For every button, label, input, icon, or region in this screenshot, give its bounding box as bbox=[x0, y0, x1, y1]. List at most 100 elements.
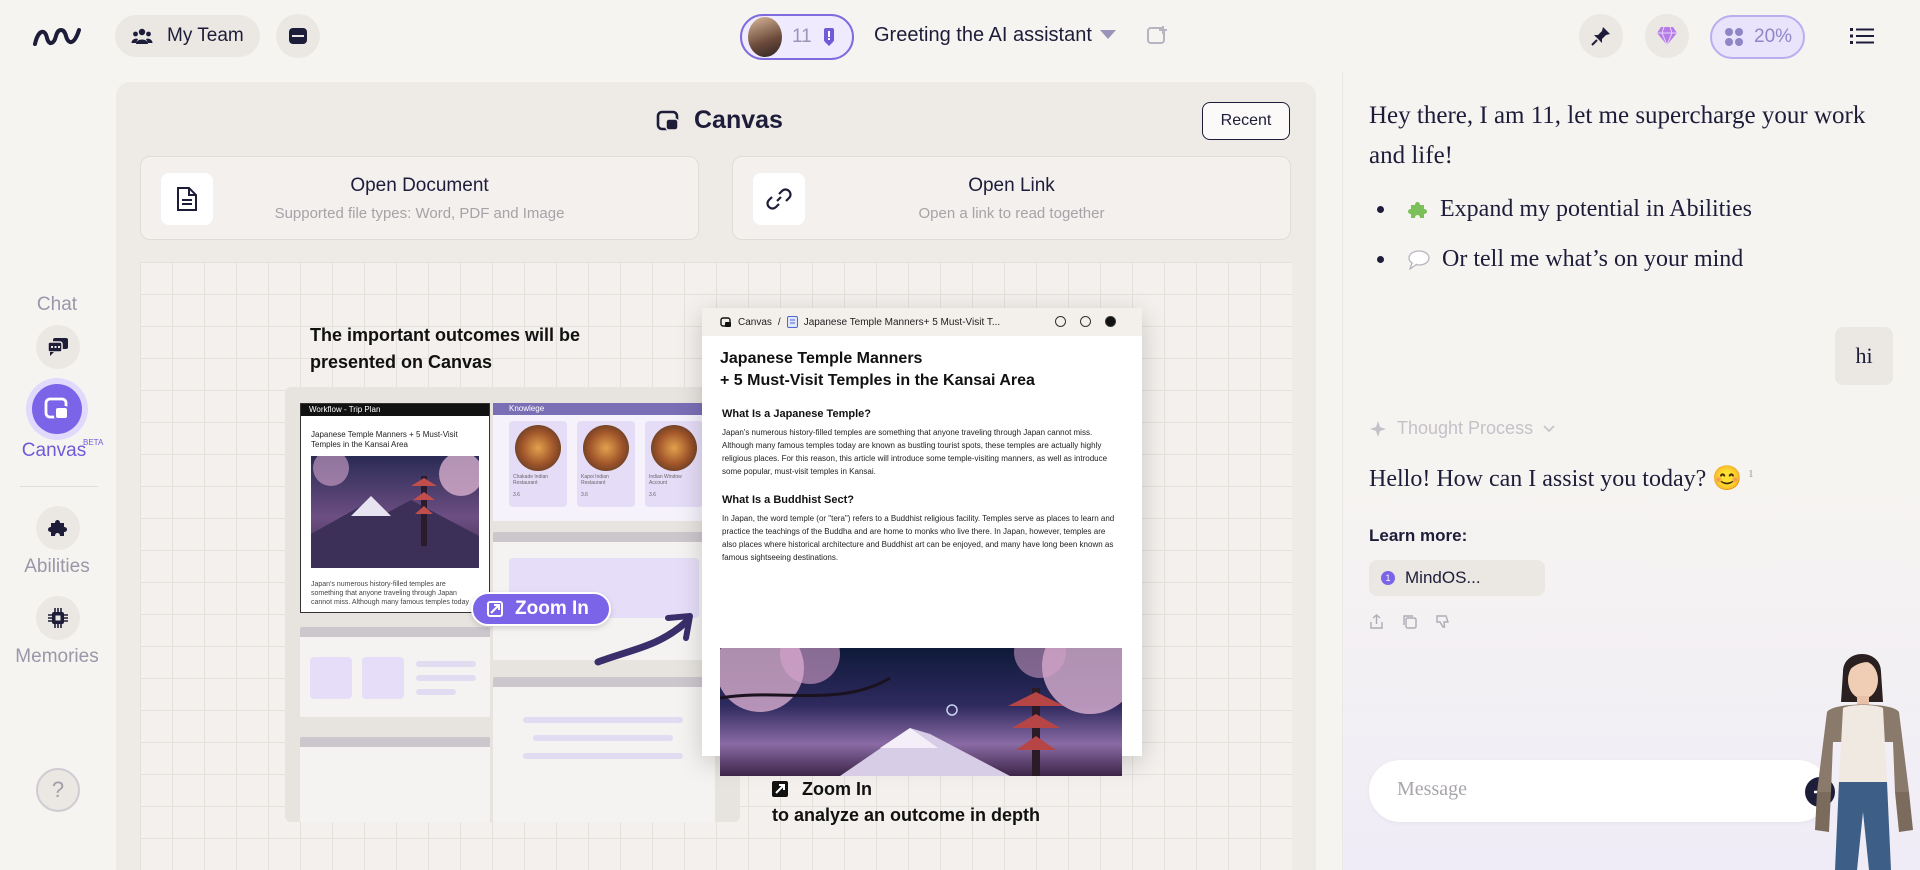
source-chip[interactable]: 1 MindOS... bbox=[1369, 560, 1545, 596]
thought-process-label: Thought Process bbox=[1397, 418, 1534, 438]
document-toolbar bbox=[1055, 316, 1116, 327]
assistant-greeting: Hey there, I am 11, let me supercharge y… bbox=[1369, 102, 1866, 169]
document-breadcrumb: Canvas / Japanese Temple Manners+ 5 Must… bbox=[702, 308, 1142, 336]
placeholder-card bbox=[300, 737, 490, 822]
my-team-button[interactable]: My Team bbox=[115, 15, 260, 57]
food-score: 3.6 bbox=[581, 492, 588, 498]
canvas-icon bbox=[720, 316, 731, 327]
mindos-logo-icon[interactable] bbox=[32, 22, 82, 50]
rail-canvas-button[interactable] bbox=[32, 384, 82, 434]
section-heading: What Is a Japanese Temple? bbox=[722, 408, 871, 420]
puzzle-icon bbox=[48, 520, 67, 536]
food-image bbox=[515, 425, 561, 471]
workflow-card: Workflow - Trip Plan Japanese Temple Man… bbox=[300, 403, 490, 613]
chevron-down-icon[interactable] bbox=[1100, 30, 1116, 39]
rail-abilities-button[interactable] bbox=[36, 506, 80, 550]
food-image bbox=[583, 425, 629, 471]
message-input[interactable]: Message bbox=[1369, 760, 1835, 822]
help-button[interactable]: ? bbox=[36, 768, 80, 812]
list-menu-icon[interactable] bbox=[1850, 26, 1874, 46]
open-document-title: Open Document bbox=[350, 175, 489, 196]
placeholder-line bbox=[416, 689, 456, 695]
zoom-in-icon bbox=[772, 781, 788, 797]
agent-selector[interactable]: 11 bbox=[740, 14, 854, 60]
suggestion-chat[interactable]: Or tell me what’s on your mind bbox=[1377, 246, 1743, 273]
globe-icon bbox=[1080, 316, 1091, 327]
puzzle-icon bbox=[1408, 201, 1427, 218]
rail-chat-label[interactable]: Chat bbox=[0, 294, 114, 316]
sparkle-icon bbox=[1370, 420, 1386, 437]
suggestion-abilities[interactable]: Expand my potential in Abilities bbox=[1377, 196, 1752, 223]
breadcrumb-separator: / bbox=[777, 316, 781, 328]
food-card: Chakade Indian Restaurant 3.6 bbox=[509, 421, 567, 507]
target-icon bbox=[1055, 316, 1066, 327]
section-paragraph: In Japan, the word temple (or "tera") re… bbox=[722, 514, 1115, 562]
zoom-caption-subtitle: to analyze an outcome in depth bbox=[772, 805, 1041, 825]
document-title-line: + 5 Must-Visit Temples in the Kansai Are… bbox=[720, 372, 1035, 389]
food-card: Kapoi Indian Restaurant 3.6 bbox=[577, 421, 635, 507]
food-score: 3.6 bbox=[649, 492, 656, 498]
chip-icon bbox=[48, 608, 68, 628]
rail-memories-label[interactable]: Memories bbox=[0, 646, 114, 668]
canvas-icon bbox=[44, 397, 69, 420]
speech-bubble-icon bbox=[1408, 249, 1430, 270]
zoom-caption: Zoom In to analyze an outcome in depth bbox=[772, 776, 1040, 828]
assistant-reply: Hello! How can I assist you today? 😊 1 bbox=[1369, 464, 1754, 493]
placeholder-line bbox=[533, 735, 673, 741]
bullet-dot bbox=[1377, 256, 1384, 263]
document-preview-card: Canvas / Japanese Temple Manners+ 5 Must… bbox=[702, 308, 1142, 776]
user-message: hi bbox=[1835, 327, 1893, 385]
source-label: MindOS... bbox=[1405, 568, 1481, 587]
food-score: 3.6 bbox=[513, 492, 520, 498]
chat-panel: Hey there, I am 11, let me supercharge y… bbox=[1342, 72, 1920, 870]
share-icon[interactable] bbox=[1369, 614, 1384, 629]
placeholder-block bbox=[310, 657, 352, 699]
usage-percent: 20% bbox=[1754, 26, 1793, 47]
open-link-card[interactable]: Open Link Open a link to read together bbox=[732, 156, 1291, 240]
rail-chat-button[interactable] bbox=[36, 325, 80, 369]
rail-memories-button[interactable] bbox=[36, 596, 80, 640]
thought-process-toggle[interactable]: Thought Process bbox=[1369, 418, 1555, 439]
canvas-panel: Canvas Recent Open Document Supported fi… bbox=[116, 82, 1316, 870]
store-icon bbox=[289, 28, 307, 44]
bullet-dot bbox=[1377, 206, 1384, 213]
usage-indicator[interactable]: 20% bbox=[1710, 15, 1805, 59]
temple-scene-icon bbox=[720, 648, 1122, 776]
chevron-down-icon bbox=[1543, 424, 1555, 432]
section-paragraph: Japan's numerous history-filled temples … bbox=[722, 428, 1108, 476]
chat-bubbles-icon bbox=[47, 338, 68, 356]
food-image bbox=[651, 425, 697, 471]
suggestion-text: Expand my potential in Abilities bbox=[1440, 196, 1752, 222]
workflow-title: Japanese Temple Manners + 5 Must-Visit T… bbox=[311, 430, 458, 449]
food-name: Chakade Indian Restaurant bbox=[513, 474, 549, 486]
agent-avatar bbox=[748, 17, 782, 57]
canvas-onboarding-illustration: The important outcomes will be presented… bbox=[140, 262, 1292, 870]
assistant-avatar-figure[interactable] bbox=[1803, 642, 1920, 870]
document-title-line: Japanese Temple Manners bbox=[720, 350, 923, 367]
source-number: 1 bbox=[1381, 571, 1395, 585]
recent-button[interactable]: Recent bbox=[1202, 102, 1290, 140]
pin-button[interactable] bbox=[1579, 14, 1623, 58]
new-chat-icon[interactable] bbox=[1146, 25, 1170, 47]
open-link-subtitle: Open a link to read together bbox=[918, 205, 1105, 222]
placeholder-card bbox=[300, 627, 490, 717]
open-document-subtitle: Supported file types: Word, PDF and Imag… bbox=[274, 205, 565, 222]
zoom-in-badge: Zoom In bbox=[471, 592, 611, 626]
message-actions bbox=[1369, 614, 1450, 629]
canvas-heading: Canvas bbox=[656, 106, 783, 135]
learn-more-label: Learn more: bbox=[1369, 526, 1468, 545]
chat-title[interactable]: Greeting the AI assistant bbox=[874, 24, 1092, 47]
open-document-card[interactable]: Open Document Supported file types: Word… bbox=[140, 156, 699, 240]
workflow-header: Workflow - Trip Plan bbox=[301, 404, 489, 416]
message-placeholder: Message bbox=[1397, 778, 1467, 800]
store-button[interactable] bbox=[276, 14, 320, 58]
section-heading: What Is a Buddhist Sect? bbox=[722, 494, 855, 506]
rail-abilities-label[interactable]: Abilities bbox=[0, 556, 114, 578]
help-icon: ? bbox=[51, 777, 65, 802]
assistant-reply-text: Hello! How can I assist you today? 😊 bbox=[1369, 466, 1743, 492]
premium-button[interactable] bbox=[1645, 14, 1689, 58]
placeholder-line bbox=[416, 661, 476, 667]
copy-icon[interactable] bbox=[1402, 614, 1417, 629]
thumbs-down-icon[interactable] bbox=[1435, 614, 1450, 629]
reference-marker[interactable]: 1 bbox=[1748, 468, 1754, 480]
